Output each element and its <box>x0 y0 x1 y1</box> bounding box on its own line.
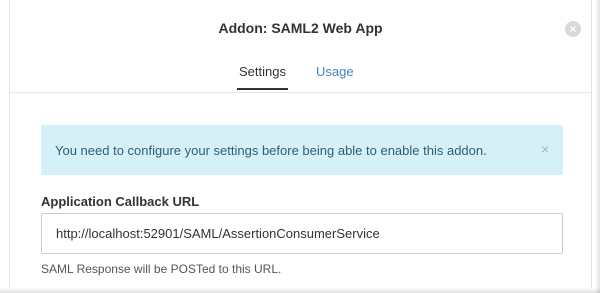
active-tab-indicator <box>237 88 288 90</box>
addon-dialog: Addon: SAML2 Web App × Settings Usage Yo… <box>9 0 592 288</box>
alert-message: You need to configure your settings befo… <box>55 143 487 158</box>
tab-settings-label: Settings <box>239 64 286 79</box>
alert-dismiss-icon[interactable]: × <box>541 141 549 157</box>
dialog-header: Addon: SAML2 Web App × Settings Usage <box>10 0 591 93</box>
callback-url-input[interactable] <box>41 213 563 254</box>
callback-url-label: Application Callback URL <box>41 194 200 209</box>
tab-settings[interactable]: Settings <box>237 64 288 90</box>
tab-bar: Settings Usage <box>10 64 591 92</box>
screenshot-frame: Addon: SAML2 Web App × Settings Usage Yo… <box>0 0 600 293</box>
dialog-title: Addon: SAML2 Web App <box>218 20 383 36</box>
callback-url-help: SAML Response will be POSTed to this URL… <box>41 262 282 276</box>
close-icon[interactable]: × <box>565 21 581 37</box>
tab-usage[interactable]: Usage <box>316 64 354 79</box>
info-alert: You need to configure your settings befo… <box>41 125 563 175</box>
tab-usage-label: Usage <box>316 64 354 79</box>
